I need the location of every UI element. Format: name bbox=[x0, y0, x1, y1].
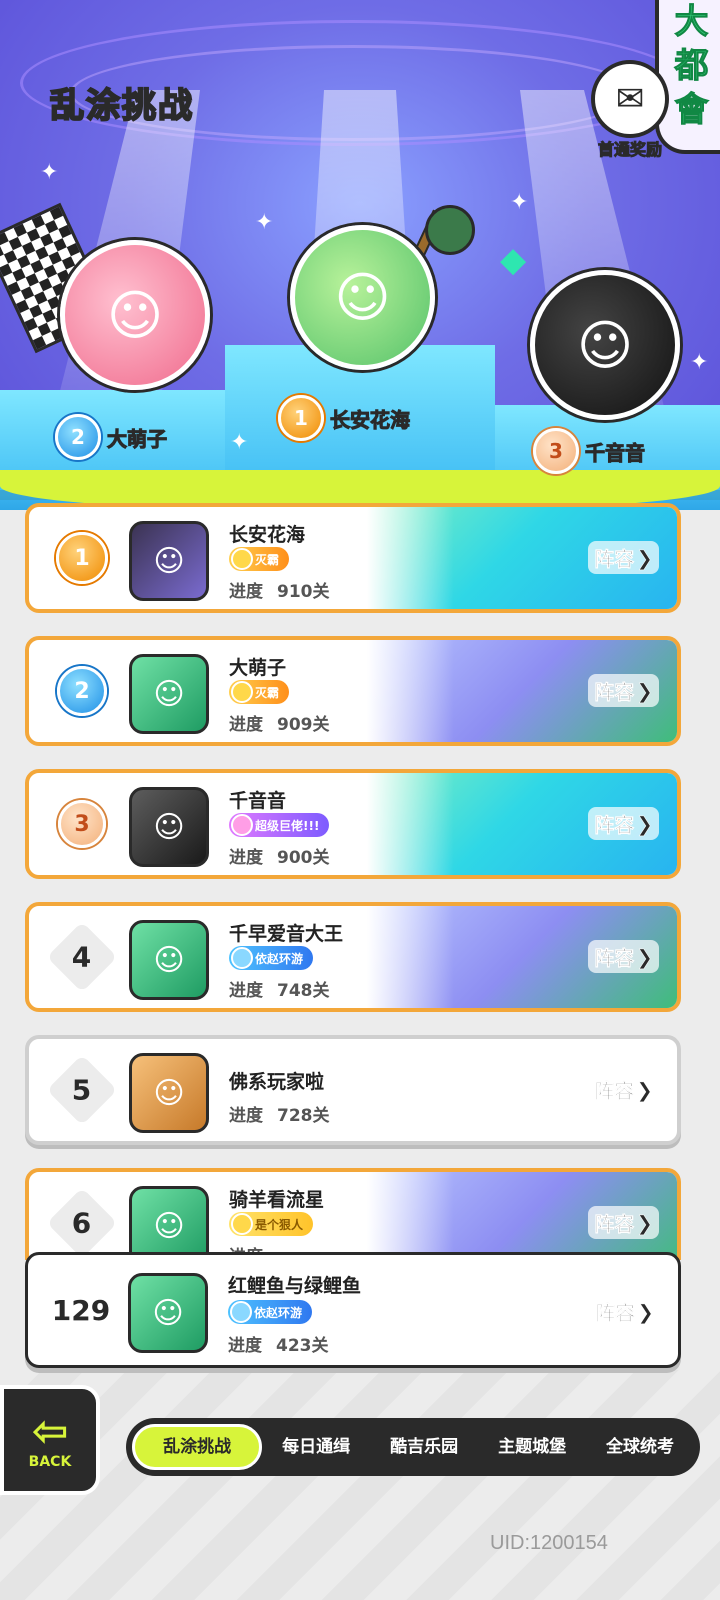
badge-icon bbox=[231, 814, 253, 836]
rank-slot: 4 bbox=[46, 906, 118, 1008]
lineup-button[interactable]: 阵容 ❯ bbox=[588, 807, 659, 840]
podium-avatar-3[interactable]: ☺ bbox=[530, 270, 680, 420]
tab-kuji-park[interactable]: 酷吉乐园 bbox=[370, 1424, 478, 1470]
sparkle-icon: ✦ bbox=[255, 210, 274, 235]
avatar[interactable]: ☺ bbox=[129, 1186, 209, 1260]
avatar[interactable]: ☺ bbox=[129, 654, 209, 734]
progress: 进度 748关 bbox=[229, 981, 330, 1001]
player-name: 长安花海 bbox=[229, 524, 306, 546]
user-id: UID:1200154 bbox=[490, 1532, 608, 1554]
rank-slot: 129 bbox=[50, 1259, 112, 1361]
title-badge: 是个狠人 bbox=[229, 1212, 314, 1236]
sparkle-icon: ✦ bbox=[40, 160, 59, 185]
tab-theme-castle[interactable]: 主题城堡 bbox=[478, 1424, 586, 1470]
title-badge: 灭霸 bbox=[229, 680, 290, 704]
chevron-right-icon: ❯ bbox=[636, 1077, 653, 1102]
rank-diamond: 6 bbox=[46, 1187, 118, 1259]
title-badge: 灭霸 bbox=[229, 547, 290, 571]
page-title: 乱涂挑战 bbox=[49, 85, 194, 127]
reward-chest-icon: ✉ bbox=[591, 60, 669, 138]
player-name: 红鲤鱼与绿鲤鱼 bbox=[228, 1275, 362, 1297]
leaderboard-row: 5 ☺ 佛系玩家啦 进度 728关 阵容 ❯ bbox=[25, 1035, 681, 1145]
player-name: 佛系玩家啦 bbox=[229, 1071, 325, 1093]
rank-slot: 5 bbox=[46, 1039, 118, 1141]
lineup-button[interactable]: 阵容 ❯ bbox=[588, 940, 659, 973]
arrow-left-icon: ⇦ bbox=[31, 1406, 69, 1457]
avatar[interactable]: ☺ bbox=[129, 521, 209, 601]
lineup-button[interactable]: 阵容 ❯ bbox=[588, 1206, 659, 1239]
mode-tab-bar: 乱涂挑战 每日通缉 酷吉乐园 主题城堡 全球统考 bbox=[126, 1418, 700, 1476]
badge-icon bbox=[231, 681, 253, 703]
sparkle-icon: ✦ bbox=[230, 430, 249, 455]
rank-slot: 2 bbox=[51, 640, 113, 742]
badge-icon bbox=[230, 1301, 252, 1323]
bottom-background bbox=[0, 1370, 720, 1600]
leaderboard-row: 4 ☺ 千早爱音大王 依赵环游 进度 748关 阵容 ❯ bbox=[25, 902, 681, 1012]
title-badge: 超级巨佬!!! bbox=[229, 813, 330, 837]
chevron-right-icon: ❯ bbox=[636, 545, 653, 570]
badge-icon bbox=[231, 1213, 253, 1235]
lineup-button[interactable]: 阵容 ❯ bbox=[588, 674, 659, 707]
chevron-right-icon: ❯ bbox=[636, 811, 653, 836]
player-name: 千早爱音大王 bbox=[229, 923, 344, 945]
chevron-right-icon: ❯ bbox=[636, 678, 653, 703]
avatar[interactable]: ☺ bbox=[129, 1053, 209, 1133]
podium-name-1: 1 长安花海 bbox=[278, 395, 411, 441]
podium-avatar-2[interactable]: ☺ bbox=[60, 240, 210, 390]
leaderboard-list[interactable]: 1 ☺ 长安花海 灭霸 进度 910关 阵容 ❯ 2 ☺ 大萌子 灭霸 进度 909关… bbox=[0, 500, 720, 1260]
player-name: 大萌子 bbox=[229, 657, 287, 679]
leaderboard-row: 1 ☺ 长安花海 灭霸 进度 910关 阵容 ❯ bbox=[25, 503, 681, 613]
podium-avatar-1[interactable]: ☺ bbox=[290, 225, 435, 370]
title-badge: 依赵环游 bbox=[229, 946, 314, 970]
chevron-right-icon: ❯ bbox=[637, 1299, 654, 1324]
podium-name-2: 2 大萌子 bbox=[55, 414, 168, 460]
lineup-button[interactable]: 阵容 ❯ bbox=[588, 1073, 659, 1106]
title-badge: 依赵环游 bbox=[228, 1300, 313, 1324]
progress: 进度 423关 bbox=[228, 1336, 329, 1356]
tab-doodle-challenge[interactable]: 乱涂挑战 bbox=[132, 1424, 263, 1470]
sparkle-icon: ✦ bbox=[510, 190, 529, 215]
back-button[interactable]: ⇦ BACK bbox=[0, 1385, 100, 1495]
rank-medal-icon: 2 bbox=[55, 414, 101, 460]
leaderboard-row: 3 ☺ 千音音 超级巨佬!!! 进度 900关 阵容 ❯ bbox=[25, 769, 681, 879]
rank-medal-icon: 2 bbox=[57, 666, 107, 716]
rank-slot: 1 bbox=[51, 507, 113, 609]
progress: 进度 900关 bbox=[229, 848, 330, 868]
rank-medal-icon: 1 bbox=[56, 532, 108, 584]
rank-slot: 6 bbox=[46, 1172, 118, 1260]
avatar[interactable]: ☺ bbox=[129, 787, 209, 867]
lineup-button[interactable]: 阵容 ❯ bbox=[589, 1295, 660, 1328]
lineup-button[interactable]: 阵容 ❯ bbox=[588, 541, 659, 574]
rank-slot: 3 bbox=[51, 773, 113, 875]
rank-medal-icon: 3 bbox=[533, 428, 579, 474]
rank-diamond: 4 bbox=[46, 921, 118, 993]
sparkle-icon: ✦ bbox=[690, 350, 709, 375]
badge-icon bbox=[231, 947, 253, 969]
rank-diamond: 5 bbox=[46, 1054, 118, 1126]
my-rank-row: 129 ☺ 红鲤鱼与绿鲤鱼 依赵环游 进度 423关 阵容 ❯ bbox=[25, 1252, 681, 1368]
chevron-right-icon: ❯ bbox=[636, 1210, 653, 1235]
my-rank: 129 bbox=[51, 1293, 111, 1327]
podium-name-3: 3 千音音 bbox=[533, 428, 646, 474]
staff-orb bbox=[425, 205, 475, 255]
progress: 进度 910关 bbox=[229, 582, 330, 602]
first-clear-reward-button[interactable]: ✉ 首通奖励 bbox=[588, 60, 672, 160]
badge-icon bbox=[231, 548, 253, 570]
rank-medal-icon: 1 bbox=[278, 395, 324, 441]
sparkle-icon: ◆ bbox=[500, 240, 527, 280]
avatar[interactable]: ☺ bbox=[128, 1273, 208, 1353]
tab-global-exam[interactable]: 全球统考 bbox=[586, 1424, 694, 1470]
progress: 进度 909关 bbox=[229, 715, 330, 735]
leaderboard-row: 2 ☺ 大萌子 灭霸 进度 909关 阵容 ❯ bbox=[25, 636, 681, 746]
avatar[interactable]: ☺ bbox=[129, 920, 209, 1000]
podium-banner: ✦ ✦ ✦ ✦ ✦ ◆ ☺ ☺ ☺ 2 大萌子 1 长安花海 3 千音音 乱涂挑… bbox=[0, 0, 720, 510]
player-name: 千音音 bbox=[229, 790, 287, 812]
player-name: 骑羊看流星 bbox=[229, 1189, 325, 1211]
chevron-right-icon: ❯ bbox=[636, 944, 653, 969]
progress: 进度 728关 bbox=[229, 1106, 330, 1126]
rank-medal-icon: 3 bbox=[58, 800, 106, 848]
leaderboard-row: 6 ☺ 骑羊看流星 是个狠人 进度 阵容❯ bbox=[25, 1168, 681, 1260]
tab-daily-wanted[interactable]: 每日通缉 bbox=[262, 1424, 370, 1470]
